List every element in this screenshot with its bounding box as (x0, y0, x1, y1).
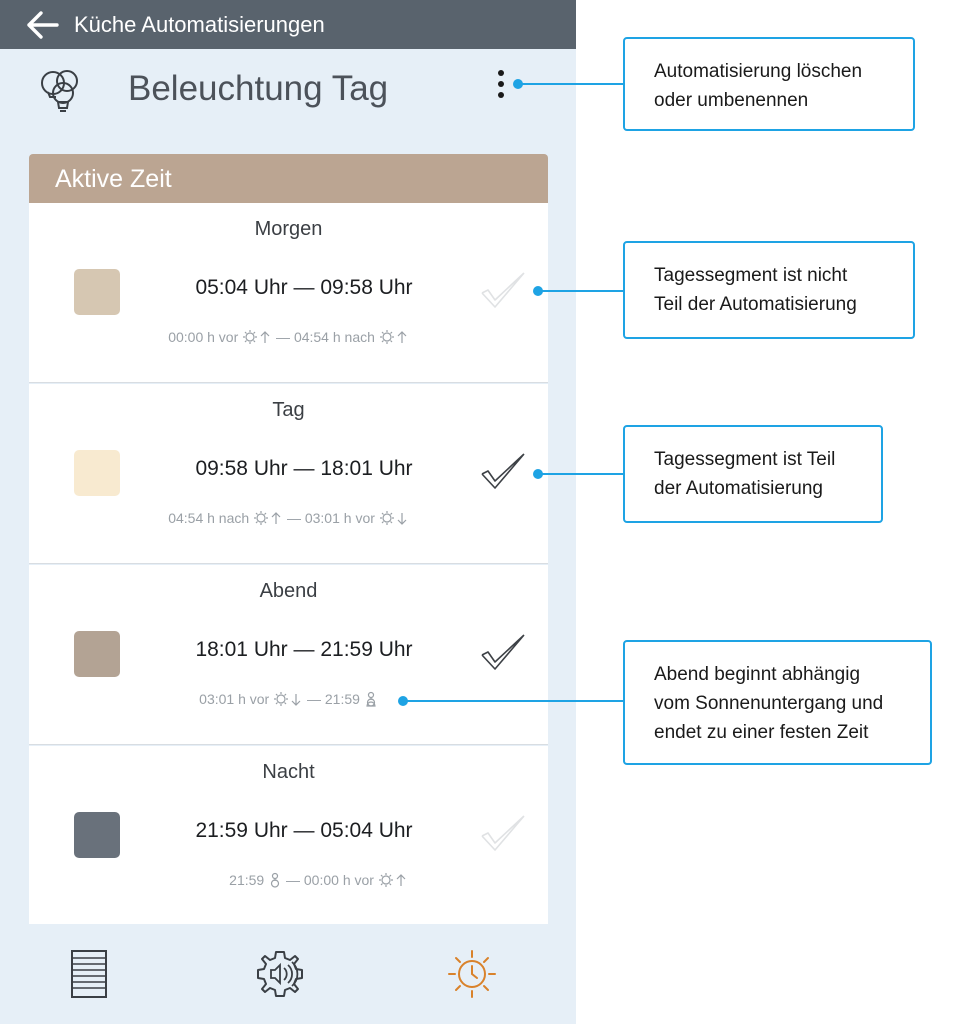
checkmark-icon[interactable] (479, 448, 527, 496)
segment-card-night[interactable]: Nacht 21:59 Uhr — 05:04 Uhr 21:59 — 00:0… (29, 746, 548, 926)
sun-icon (243, 330, 270, 344)
sun-icon (254, 511, 281, 525)
segment-color-swatch[interactable] (74, 631, 120, 677)
callout-not-included: Tagessegment ist nicht Teil der Automati… (623, 241, 915, 339)
page-title: Beleuchtung Tag (128, 69, 389, 108)
bottom-nav (0, 924, 576, 1024)
segment-name: Nacht (262, 761, 315, 783)
sun-icon (274, 692, 301, 706)
segment-card-morning[interactable]: Morgen 05:04 Uhr — 09:58 Uhr 00:00 h vor… (29, 203, 548, 383)
segment-rule: 21:59 — 00:00 h vor (29, 872, 548, 888)
callout-line: vom Sonnenuntergang und (654, 693, 884, 714)
callout-line: Teil der Automatisierung (654, 294, 857, 315)
segment-rule: 00:00 h vor — 04:54 h nach (29, 329, 548, 345)
segment-rule: 03:01 h vor — 21:59 (29, 691, 548, 707)
callout-menu: Automatisierung löschen oder umbenennen (623, 37, 915, 131)
segment-card-day[interactable]: Tag 09:58 Uhr — 18:01 Uhr 04:54 h nach —… (29, 384, 548, 564)
callout-included: Tagessegment ist Teil der Automatisierun… (623, 425, 883, 523)
rule-start: 00:00 h vor (168, 329, 239, 345)
vertical-dots-icon[interactable] (488, 66, 514, 106)
rule-end: 03:01 h vor (304, 510, 375, 526)
sun-icon (379, 330, 407, 344)
checkmark-icon[interactable] (479, 810, 527, 858)
segment-time: 09:58 Uhr — 18:01 Uhr (195, 457, 413, 480)
header-title: Küche Automatisierungen (74, 12, 325, 37)
segment-card-evening[interactable]: Abend 18:01 Uhr — 21:59 Uhr 03:01 h vor … (29, 565, 548, 745)
callout-line: der Automatisierung (654, 478, 823, 499)
callout-line: Tagessegment ist Teil (654, 449, 836, 470)
callout-connector (538, 290, 624, 292)
list-icon[interactable] (63, 948, 115, 1000)
section-header-active-time: Aktive Zeit (29, 154, 548, 203)
pin-icon (366, 691, 376, 707)
sun-icon (379, 511, 407, 525)
callout-line: oder umbenennen (654, 90, 809, 111)
callout-evening: Abend beginnt abhängig vom Sonnenunterga… (623, 640, 932, 765)
phone-screen: Küche Automatisierungen Beleuchtung Tag … (0, 0, 576, 1024)
rule-end: 04:54 h nach (293, 329, 375, 345)
segment-name: Tag (272, 399, 305, 421)
rule-mid: — (286, 510, 301, 526)
checkmark-icon[interactable] (479, 267, 527, 315)
callout-connector (538, 473, 624, 475)
segment-time: 21:59 Uhr — 05:04 Uhr (195, 819, 413, 842)
segment-name: Morgen (254, 218, 323, 240)
top-bar: Küche Automatisierungen (0, 0, 576, 49)
callout-line: Automatisierung löschen (654, 61, 863, 82)
rule-start: 04:54 h nach (168, 510, 250, 526)
light-bulbs-icon (41, 70, 78, 112)
arrow-left-icon[interactable] (26, 10, 60, 40)
segment-time: 05:04 Uhr — 09:58 Uhr (195, 276, 413, 299)
rule-start: 21:59 (229, 872, 265, 888)
segment-rule: 04:54 h nach — 03:01 h vor (29, 510, 548, 526)
rule-mid: — 21:59 (307, 691, 360, 707)
callout-line: Abend beginnt abhängig (654, 664, 861, 685)
sun-clock-icon[interactable] (446, 948, 498, 1000)
segment-name: Abend (259, 580, 318, 602)
segment-color-swatch[interactable] (74, 812, 120, 858)
pin-icon (271, 872, 280, 888)
rule-mid: — (276, 329, 291, 345)
callout-connector (518, 83, 624, 85)
segment-color-swatch[interactable] (74, 269, 120, 315)
rule-start: 03:01 h vor (199, 691, 270, 707)
callout-line: endet zu einer festen Zeit (654, 722, 869, 743)
gear-sound-icon[interactable] (254, 948, 306, 1000)
segment-color-swatch[interactable] (74, 450, 120, 496)
segment-time: 18:01 Uhr — 21:59 Uhr (195, 638, 413, 661)
sun-icon (378, 873, 406, 887)
rule-mid: — 00:00 h vor (286, 872, 374, 888)
callout-line: Tagessegment ist nicht (654, 265, 848, 286)
checkmark-icon[interactable] (479, 629, 527, 677)
callout-connector (403, 700, 624, 702)
